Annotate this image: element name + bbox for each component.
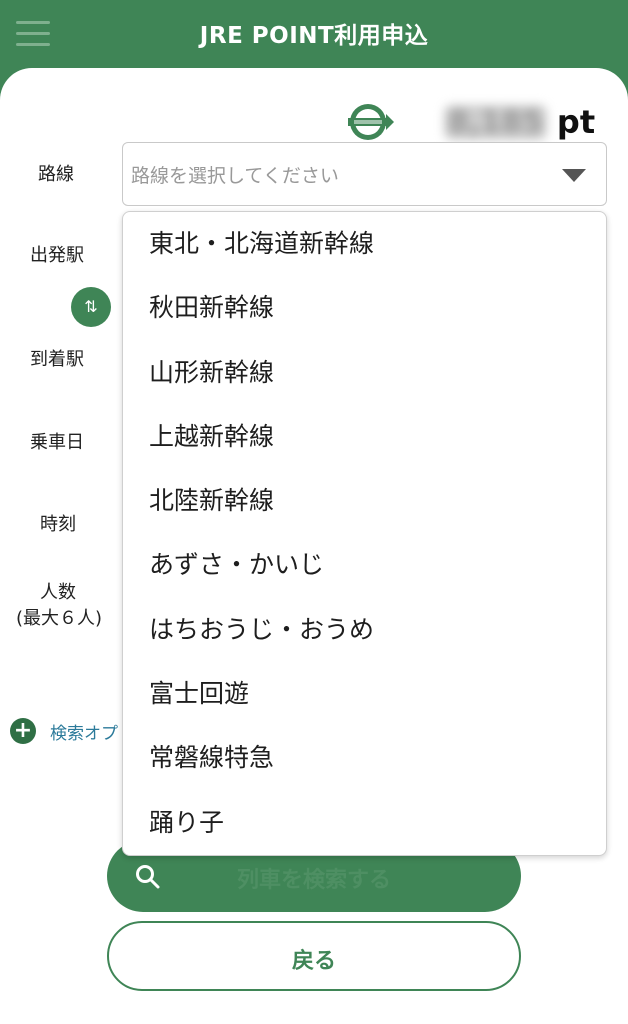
back-button[interactable]: 戻る (107, 921, 521, 991)
people-max-note: (最大６人) (16, 608, 103, 629)
route-option[interactable]: 上越新幹線 (149, 422, 274, 452)
route-option[interactable]: 踊り子 (149, 808, 224, 838)
route-option[interactable]: 常磐線特急 (149, 743, 274, 773)
search-options-toggle[interactable]: + 検索オプ (10, 718, 118, 744)
points-unit: pt (556, 103, 596, 141)
route-dropdown-menu: 東北・北海道新幹線 秋田新幹線 山形新幹線 上越新幹線 北陸新幹線 あずさ・かい… (122, 211, 607, 856)
time-label: 時刻 (40, 514, 76, 535)
jre-point-logo-icon (346, 101, 394, 143)
search-options-label: 検索オプ (50, 723, 118, 744)
arrival-label: 到着駅 (30, 349, 84, 370)
route-select-placeholder: 路線を選択してください (131, 165, 339, 187)
plus-icon: + (10, 718, 36, 744)
swap-stations-button[interactable]: ⇅ (71, 287, 111, 327)
route-select[interactable]: 路線を選択してください (122, 142, 607, 206)
departure-label: 出発駅 (30, 245, 84, 266)
route-option[interactable]: あずさ・かいじ (149, 550, 324, 580)
swap-icon: ⇅ (84, 297, 98, 316)
points-value: 8,185 (444, 104, 547, 140)
page-title: JRE POINT利用申込 (199, 23, 429, 49)
route-option[interactable]: 山形新幹線 (149, 358, 274, 388)
search-trains-label: 列車を検索する (236, 868, 391, 893)
route-option[interactable]: 北陸新幹線 (149, 486, 274, 516)
date-label: 乗車日 (30, 432, 84, 453)
points-balance: 8,185 pt (346, 97, 595, 147)
people-label: 人数 (40, 582, 76, 603)
route-option[interactable]: 東北・北海道新幹線 (149, 229, 374, 259)
back-label: 戻る (291, 949, 336, 974)
chevron-down-icon (562, 169, 586, 182)
route-option[interactable]: 秋田新幹線 (149, 293, 274, 323)
route-option[interactable]: はちおうじ・おうめ (149, 615, 374, 645)
route-label: 路線 (38, 164, 74, 185)
route-option[interactable]: 富士回遊 (149, 679, 249, 709)
